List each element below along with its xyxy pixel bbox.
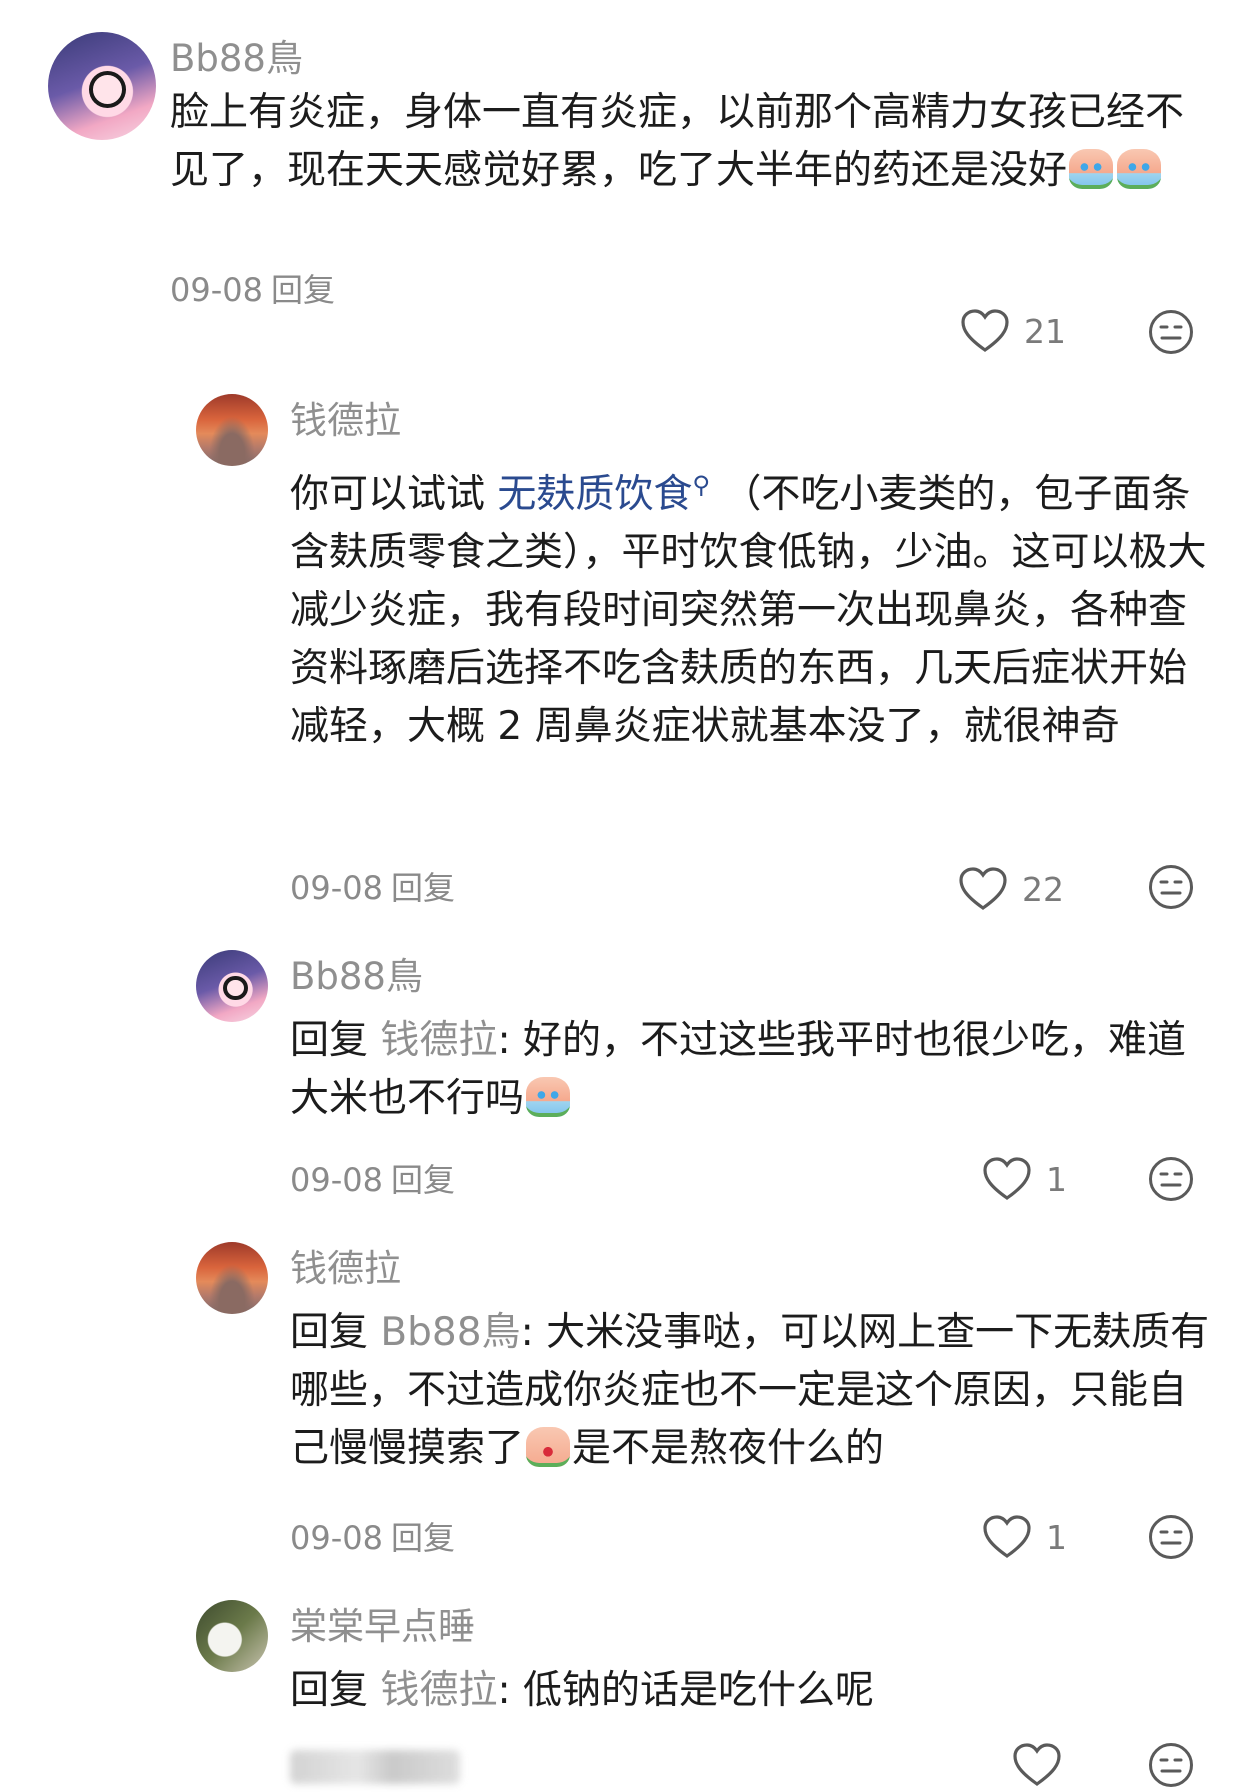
user-avatar[interactable] [196, 1242, 268, 1314]
comment-date: 09-08 [170, 271, 263, 309]
heart-outline-icon [961, 309, 1009, 352]
comment-meta: 09-08 回复 [290, 872, 455, 904]
user-avatar[interactable] [196, 1600, 268, 1672]
reply-target-link[interactable]: 钱德拉 [380, 1668, 497, 1713]
comment-text: 回复 Bb88鳥: 大米没事哒，可以网上查一下无麸质有哪些，不过造成你炎症也不一… [290, 1310, 1210, 1471]
comment-meta: 09-08 回复 [290, 1164, 455, 1196]
meh-face-icon[interactable] [1148, 1742, 1194, 1788]
crying-emoji-icon [1117, 149, 1162, 189]
search-icon[interactable]: ⚲ [692, 471, 710, 499]
reply-button[interactable]: 回复 [391, 1519, 455, 1557]
comment-date: 09-08 [290, 869, 383, 907]
like-button[interactable]: 1 [982, 1514, 1067, 1560]
heart-outline-icon [959, 867, 1007, 910]
crying-emoji-icon [1069, 149, 1114, 189]
reply-button[interactable]: 回复 [391, 1161, 455, 1199]
like-button[interactable]: 1 [982, 1156, 1067, 1202]
comment-author[interactable]: 钱德拉 [290, 402, 401, 439]
like-count: 22 [1022, 869, 1064, 909]
user-avatar[interactable] [196, 394, 268, 466]
like-count: 1 [1046, 1517, 1067, 1557]
comment-author[interactable]: 钱德拉 [290, 1250, 401, 1287]
user-avatar[interactable] [48, 32, 156, 140]
user-avatar[interactable] [196, 950, 268, 1022]
crying-emoji-icon [526, 1077, 571, 1117]
comment-text: 你可以试试 无麸质饮食⚲ （不吃小麦类的，包子面条含麸质零食之类），平时饮食低钠… [290, 471, 1207, 749]
like-button[interactable]: 21 [960, 308, 1066, 354]
comment-meta-blurred [290, 1750, 460, 1784]
search-link[interactable]: 无麸质饮食 [497, 472, 692, 517]
reply-target-link[interactable]: 钱德拉 [380, 1018, 497, 1063]
meh-face-icon[interactable] [1148, 1514, 1194, 1560]
heart-outline-icon [983, 1157, 1031, 1200]
comment-text: 脸上有炎症，身体一直有炎症，以前那个高精力女孩已经不见了，现在天天感觉好累，吃了… [170, 90, 1185, 193]
heart-outline-icon [1013, 1743, 1061, 1786]
comment-meta: 09-08 回复 [290, 1522, 455, 1554]
comment-date: 09-08 [290, 1161, 383, 1199]
comment-author[interactable]: Bb88鳥 [290, 958, 423, 995]
like-count: 21 [1024, 311, 1066, 351]
reply-target-link[interactable]: Bb88鳥 [380, 1310, 520, 1355]
meh-face-icon[interactable] [1148, 864, 1194, 910]
comment-meta: 09-08 回复 [170, 274, 335, 306]
crying-emoji-icon [526, 1427, 571, 1467]
heart-outline-icon [983, 1515, 1031, 1558]
comment-author[interactable]: Bb88鳥 [170, 40, 303, 77]
meh-face-icon[interactable] [1148, 309, 1194, 355]
like-button[interactable]: 22 [958, 866, 1064, 912]
comment-date: 09-08 [290, 1519, 383, 1557]
comment-text: 回复 钱德拉: 低钠的话是吃什么呢 [290, 1668, 874, 1713]
comment-text: 回复 钱德拉: 好的，不过这些我平时也很少吃，难道大米也不行吗 [290, 1018, 1186, 1121]
like-count: 1 [1046, 1159, 1067, 1199]
like-button[interactable] [1012, 1742, 1062, 1788]
reply-button[interactable]: 回复 [271, 271, 335, 309]
meh-face-icon[interactable] [1148, 1156, 1194, 1202]
comment-author[interactable]: 棠棠早点睡 [290, 1608, 475, 1645]
reply-button[interactable]: 回复 [391, 869, 455, 907]
